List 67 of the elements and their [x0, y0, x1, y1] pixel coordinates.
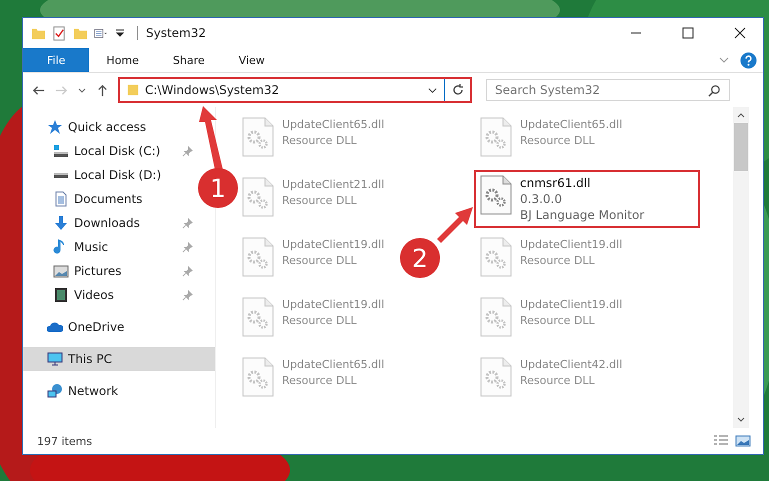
ribbon-tab[interactable]: File	[23, 48, 90, 72]
file-detail: BJ Language Monitor	[520, 207, 644, 223]
file-detail: Resource DLL	[282, 133, 358, 149]
file-name: UpdateClient19.dll	[520, 297, 622, 313]
gear-file-icon	[480, 237, 512, 277]
pc-icon	[47, 351, 63, 367]
file-detail: 0.3.0.0	[520, 191, 563, 207]
customize-caret-icon[interactable]	[115, 28, 125, 38]
gear-file-icon	[480, 117, 512, 157]
sidebar-item[interactable]: Videos	[23, 283, 195, 307]
window-title: System32	[137, 26, 206, 40]
sidebar-item[interactable]: Pictures	[23, 259, 195, 283]
file-name: UpdateClient19.dll	[282, 297, 384, 313]
ribbon-tab[interactable]: Share	[156, 48, 222, 72]
documents-icon	[53, 191, 69, 207]
file-name: UpdateClient21.dll	[282, 177, 384, 193]
file-name: UpdateClient19.dll	[520, 237, 622, 253]
network-icon	[47, 383, 63, 399]
sidebar-item[interactable]: Local Disk (D:)	[23, 163, 195, 187]
file-detail: Resource DLL	[282, 373, 358, 389]
videos-icon	[53, 287, 69, 303]
sidebar-item[interactable]: Music	[23, 235, 195, 259]
scrollbar-thumb[interactable]	[734, 123, 748, 171]
file-name: UpdateClient65.dll	[282, 357, 384, 373]
sidebar-item[interactable]: Network	[23, 379, 195, 403]
file-name: cnmsr61.dll	[520, 175, 592, 191]
pictures-icon	[53, 263, 69, 279]
file-detail: Resource DLL	[282, 193, 358, 209]
properties-icon[interactable]	[52, 26, 67, 40]
folder-icon	[127, 83, 139, 97]
item-count: 197 items	[37, 434, 92, 448]
file-name: UpdateClient65.dll	[520, 117, 622, 133]
sidebar-item[interactable]: Documents	[23, 187, 195, 211]
gear-file-icon	[242, 117, 274, 157]
address-bar[interactable]: C:\Windows\System32	[118, 77, 472, 103]
file-name: UpdateClient65.dll	[282, 117, 384, 133]
gear-file-icon	[480, 357, 512, 397]
gear-file-icon	[242, 357, 274, 397]
tiles-view-icon[interactable]	[735, 434, 751, 448]
downloads-icon	[53, 215, 69, 231]
gear-file-icon	[242, 177, 274, 217]
ribbon-tab[interactable]: Home	[89, 48, 156, 72]
file-detail: Resource DLL	[282, 313, 358, 329]
sidebar-item[interactable]: Local Disk (C:)	[23, 139, 195, 163]
sidebar-item[interactable]: Downloads	[23, 211, 195, 235]
gear-file-icon	[480, 297, 512, 337]
quick-icon	[47, 119, 63, 135]
sidebar-item[interactable]: Quick access	[23, 115, 195, 139]
refresh-icon[interactable]	[451, 83, 465, 97]
gear-file-icon	[242, 297, 274, 337]
pointer-arrow	[437, 207, 473, 243]
diskc-icon	[53, 143, 69, 159]
sidebar-item[interactable]: OneDrive	[23, 315, 195, 339]
help-icon[interactable]	[740, 52, 757, 68]
file-detail: Resource DLL	[520, 133, 596, 149]
file-name: UpdateClient19.dll	[282, 237, 384, 253]
file-name: UpdateClient42.dll	[520, 357, 622, 373]
file-detail: Resource DLL	[520, 253, 596, 269]
file-detail: Resource DLL	[520, 313, 596, 329]
file-item[interactable]: cnmsr61.dll 0.3.0.0 BJ Language Monitor	[474, 170, 700, 228]
file-detail: Resource DLL	[520, 373, 596, 389]
file-detail: Resource DLL	[282, 253, 358, 269]
gear-file-icon	[242, 237, 274, 277]
address-path: C:\Windows\System32	[145, 83, 280, 97]
sidebar-item[interactable]: This PC	[23, 347, 215, 371]
ribbon-tab[interactable]: View	[222, 48, 282, 72]
gear-file-icon	[480, 175, 512, 215]
